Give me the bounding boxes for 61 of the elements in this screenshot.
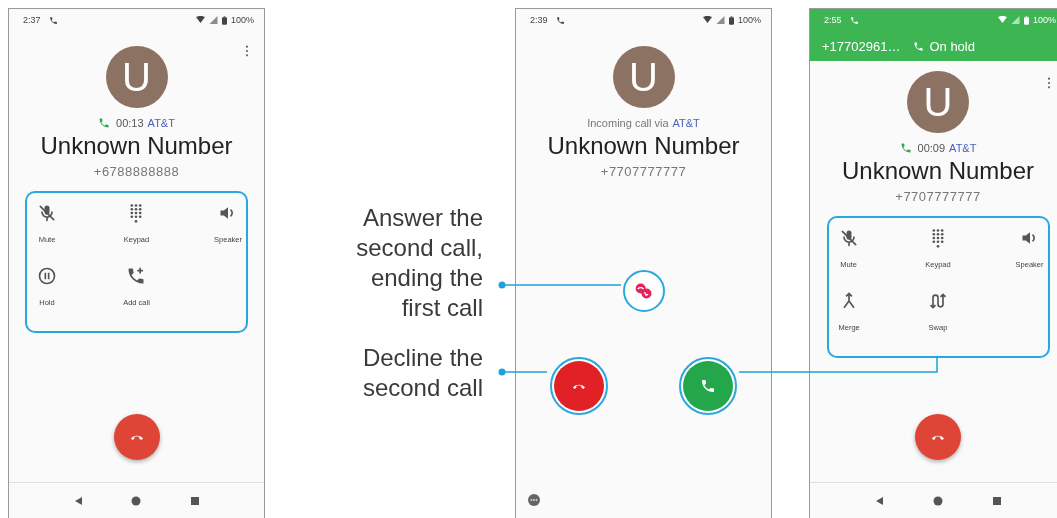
end-call-button[interactable] [915,414,961,460]
phone-icon [98,117,111,129]
caller-number: +7707777777 [895,188,981,206]
more-menu-icon[interactable] [1047,77,1051,89]
battery-icon [221,15,227,25]
home-icon[interactable] [933,495,943,506]
caller-number: +6788888888 [93,163,180,181]
back-icon[interactable] [874,495,885,506]
caller-name: Unknown Number [841,156,1035,186]
wifi-icon [702,16,712,24]
add-call-icon [126,266,147,286]
battery-level: 100% [230,15,254,25]
avatar: U [612,46,675,108]
battery-level: 100% [1032,15,1056,25]
back-icon[interactable] [73,495,84,506]
status-time: 2:55 [824,15,842,25]
phone-icon [700,378,716,394]
callout-text: Decline the second call [362,343,483,403]
leader-line [498,368,548,376]
carrier-name: AT&T [949,142,977,154]
wifi-icon [195,16,205,24]
more-menu-icon[interactable] [245,45,249,57]
end-call-button[interactable] [113,414,160,460]
status-time: 2:37 [23,15,41,25]
battery-level: 100% [737,15,761,25]
avatar: U [907,71,969,133]
carrier-name: AT&T [672,117,700,129]
hold-label: On hold [929,38,975,54]
recents-icon[interactable] [189,495,200,506]
mute-icon [37,203,57,223]
carrier-name: AT&T [147,117,175,129]
status-time: 2:39 [530,15,548,25]
caller-name: Unknown Number [40,131,233,161]
battery-icon [728,15,734,25]
signal-icon [715,16,725,24]
decline-button[interactable] [554,361,604,411]
message-icon[interactable] [528,494,540,506]
two-phones-icon [633,281,654,301]
signal-icon [208,16,218,24]
phone-icon [849,15,859,25]
answer-button[interactable] [683,361,733,411]
avatar: U [105,46,168,108]
phone-icon [913,40,925,52]
phone-icon [555,15,565,25]
signal-icon [1010,16,1020,24]
swap-icon [928,291,948,311]
hold-icon [37,266,57,286]
incoming-label: Incoming call via [587,117,669,129]
call-timer: 00:13 [116,117,144,129]
phone-icon [899,142,912,154]
callout-text: Answer the second call, ending the first call [356,203,483,323]
phone-icon [48,15,58,25]
wifi-icon [997,16,1007,24]
caller-number: +7707777777 [600,163,687,181]
battery-icon [1023,15,1029,25]
caller-name: Unknown Number [547,131,740,161]
held-number: +17702961… [822,38,901,54]
recents-icon[interactable] [991,495,1002,506]
answer-and-end-button[interactable] [622,270,665,312]
call-timer: 00:09 [917,142,946,154]
home-icon[interactable] [131,495,142,506]
